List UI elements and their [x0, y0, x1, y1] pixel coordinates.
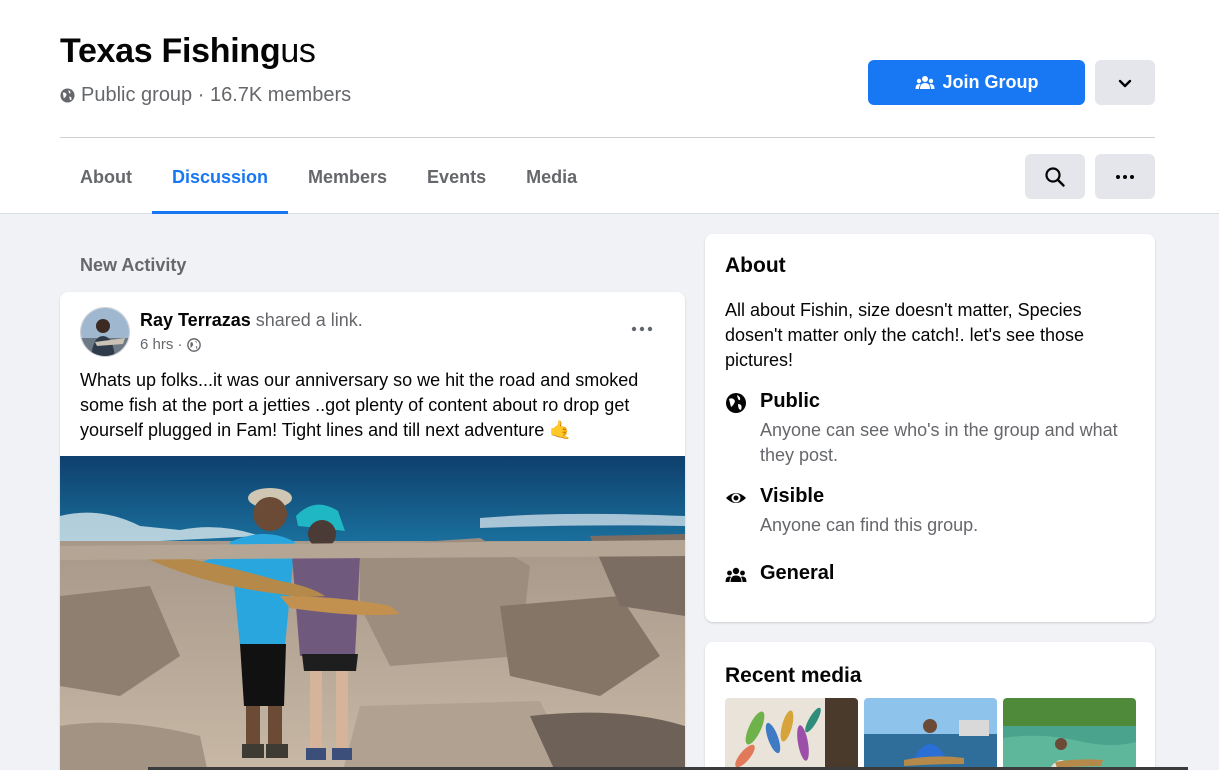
about-item-subtitle: Anyone can see who's in the group and wh… — [760, 420, 1118, 465]
eye-icon — [726, 493, 746, 503]
media-thumbnail[interactable] — [864, 698, 997, 770]
search-icon — [1045, 166, 1065, 187]
more-options-button[interactable] — [1095, 154, 1155, 199]
about-card: About All about Fishin, size doesn't mat… — [705, 234, 1155, 622]
join-group-button[interactable]: Join Group — [868, 60, 1085, 105]
about-description: All about Fishin, size doesn't matter, S… — [725, 300, 1085, 370]
tab-about[interactable]: About — [60, 140, 152, 214]
group-tabs: About Discussion Members Events Media — [60, 140, 597, 214]
group-meta: Public group · 16.7K members — [60, 84, 351, 107]
post-text: Whats up folks...it was our anniversary … — [80, 370, 639, 440]
avatar[interactable] — [80, 307, 130, 357]
post-options-button[interactable] — [622, 314, 662, 344]
post-time-text[interactable]: 6 hrs · — [140, 336, 183, 353]
search-button[interactable] — [1025, 154, 1085, 199]
recent-media-card: Recent media — [705, 642, 1155, 770]
about-item-title: Public — [760, 390, 821, 412]
new-activity-label: New Activity — [80, 255, 187, 275]
join-group-label: Join Group — [942, 72, 1039, 92]
chevron-down-icon — [1118, 79, 1132, 87]
post-author-link[interactable]: Ray Terrazas — [140, 310, 251, 330]
post-card: Ray Terrazas shared a link. 6 hrs · What… — [60, 292, 685, 770]
recent-media-title: Recent media — [725, 664, 862, 687]
group-meta-text: Public group · 16.7K members — [81, 84, 352, 106]
tab-media[interactable]: Media — [506, 140, 597, 214]
about-item-subtitle: Anyone can find this group. — [760, 515, 979, 535]
globe-icon — [60, 88, 75, 103]
media-thumbnail[interactable] — [1003, 698, 1136, 770]
more-dots-icon — [631, 326, 653, 332]
post-header-line: Ray Terrazas shared a link. — [140, 310, 363, 331]
group-options-dropdown-button[interactable] — [1095, 60, 1155, 105]
tab-members[interactable]: Members — [288, 140, 407, 214]
more-dots-icon — [1116, 174, 1134, 179]
header-divider — [60, 137, 1155, 138]
post-timestamp: 6 hrs · — [140, 336, 201, 353]
group-header: Texas Fishingus Public group · 16.7K mem… — [0, 0, 1219, 214]
group-title: Texas Fishingus — [60, 32, 316, 70]
post-action-text: shared a link. — [250, 310, 363, 330]
post-photo[interactable] — [60, 456, 685, 770]
globe-icon — [726, 393, 746, 413]
tab-discussion[interactable]: Discussion — [151, 140, 289, 214]
join-people-icon — [915, 75, 934, 89]
people-icon — [725, 567, 747, 582]
globe-icon — [186, 337, 201, 352]
about-card-title: About — [725, 254, 786, 277]
about-item-title: General — [760, 562, 835, 584]
about-item-title: Visible — [760, 485, 825, 507]
tab-events[interactable]: Events — [407, 140, 506, 214]
media-thumbnail[interactable] — [725, 698, 858, 770]
